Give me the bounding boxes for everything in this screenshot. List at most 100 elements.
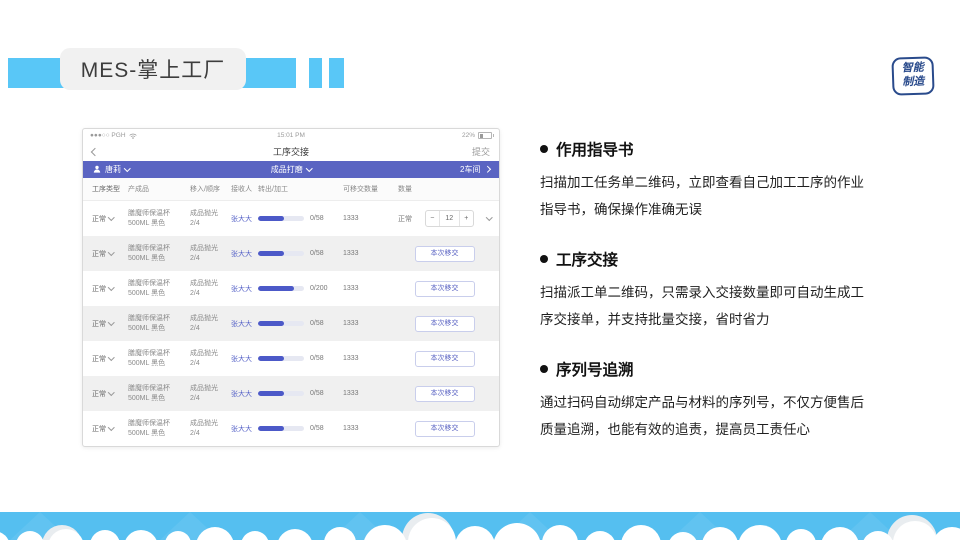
transfer-button[interactable]: 本次移交	[414, 385, 475, 402]
workshop-selector[interactable]: 2车间	[460, 164, 490, 175]
table-row: 正常 膳魔师保温杯 500ML 黑色 成品抛光 2/4 张大大 0/58 1333 …	[83, 236, 499, 271]
feature-block: 序列号追溯 通过扫码自动绑定产品与材料的序列号，不仅方便售后质量追溯，也能有效的…	[540, 358, 880, 443]
receiver-link[interactable]: 张大大	[231, 319, 258, 329]
transferable-qty: 1333	[343, 320, 359, 327]
table-row: 正常 膳魔师保温杯 500ML 黑色 成品抛光 2/4 张大大 0/58 1333 …	[83, 306, 499, 341]
process-type-dropdown[interactable]: 正常	[83, 424, 128, 434]
progress-ratio: 0/58	[310, 425, 324, 432]
receiver-link[interactable]: 张大大	[231, 214, 258, 224]
progress-track	[258, 286, 304, 291]
step-cell: 成品抛光 2/4	[190, 419, 218, 437]
progress-track	[258, 426, 304, 431]
process-type-dropdown[interactable]: 正常	[83, 389, 128, 399]
feature-body: 扫描加工任务单二维码，立即查看自己加工工序的作业指导书，确保操作准确无误	[540, 175, 864, 217]
stepper-plus-button[interactable]: +	[460, 211, 473, 226]
table-header-row: 工序类型 产成品 移入/顺序 接收人 转出/加工 可移交数量 数量	[83, 178, 499, 201]
column-header: 可移交数量	[343, 186, 378, 194]
progress-track	[258, 321, 304, 326]
quantity-stepper[interactable]: −12 +	[424, 210, 474, 227]
column-header: 移入/顺序	[190, 186, 220, 194]
transfer-button[interactable]: 本次移交	[414, 350, 475, 367]
screen-title: 工序交接	[272, 147, 309, 158]
process-type-dropdown[interactable]: 正常	[83, 249, 128, 259]
page-title: MES-掌上工厂	[60, 48, 246, 90]
transferable-qty: 1333	[343, 390, 359, 397]
progress-cell: 0/58	[258, 320, 343, 327]
stepper-minus-button[interactable]: −	[426, 211, 439, 226]
step-cell: 成品抛光 2/4	[190, 384, 218, 402]
process-dropdown[interactable]: 成品打磨	[83, 164, 499, 175]
wifi-icon	[128, 133, 137, 139]
chevron-down-icon	[108, 389, 115, 396]
progress-cell: 0/58	[258, 215, 343, 222]
feature-body: 通过扫码自动绑定产品与材料的序列号，不仅方便售后质量追溯，也能有效的追责，提高员…	[540, 395, 864, 437]
receiver-link[interactable]: 张大大	[231, 249, 258, 259]
progress-fill	[258, 286, 294, 291]
stepper-label: 正常	[398, 215, 412, 223]
column-header: 工序类型	[92, 186, 120, 194]
transfer-button[interactable]: 本次移交	[414, 245, 475, 262]
progress-ratio: 0/58	[310, 215, 324, 222]
product-cell: 膳魔师保温杯 500ML 黑色	[128, 314, 170, 332]
column-header: 接收人	[231, 186, 252, 194]
table-row: 正常 膳魔师保温杯 500ML 黑色 成品抛光 2/4 张大大 0/58 1333 …	[83, 201, 499, 236]
progress-track	[258, 391, 304, 396]
progress-track	[258, 216, 304, 221]
table-row: 正常 膳魔师保温杯 500ML 黑色 成品抛光 2/4 张大大 0/58 1333 …	[83, 341, 499, 376]
feature-block: 工序交接 扫描派工单二维码，只需录入交接数量即可自动生成工序交接单，并支持批量交…	[540, 248, 880, 333]
transfer-button[interactable]: 本次移交	[414, 280, 475, 297]
feature-body: 扫描派工单二维码，只需录入交接数量即可自动生成工序交接单，并支持批量交接，省时省…	[540, 285, 864, 327]
progress-fill	[258, 321, 285, 326]
progress-cell: 0/58	[258, 250, 343, 257]
progress-fill	[258, 391, 285, 396]
product-cell: 膳魔师保温杯 500ML 黑色	[128, 244, 170, 262]
progress-fill	[258, 426, 285, 431]
workshop-name: 2车间	[460, 164, 481, 174]
receiver-link[interactable]: 张大大	[231, 354, 258, 364]
progress-fill	[258, 251, 285, 256]
process-type-dropdown[interactable]: 正常	[83, 214, 128, 224]
chevron-down-icon	[108, 214, 115, 221]
product-cell: 膳魔师保温杯 500ML 黑色	[128, 349, 170, 367]
filter-toolbar: 唐莉 成品打磨 2车间	[83, 160, 499, 179]
bullet-icon	[540, 145, 548, 153]
step-cell: 成品抛光 2/4	[190, 314, 218, 332]
product-cell: 膳魔师保温杯 500ML 黑色	[128, 209, 170, 227]
transferable-qty: 1333	[343, 425, 359, 432]
transfer-button[interactable]: 本次移交	[414, 420, 475, 437]
carrier-signal: ●●●○○ PGH	[90, 132, 126, 140]
process-type-dropdown[interactable]: 正常	[83, 284, 128, 294]
banner-accent-bar	[309, 58, 322, 88]
chevron-down-icon	[108, 354, 115, 361]
process-type-dropdown[interactable]: 正常	[83, 319, 128, 329]
progress-cell: 0/58	[258, 390, 343, 397]
process-type-dropdown[interactable]: 正常	[83, 354, 128, 364]
chevron-down-icon[interactable]	[485, 214, 492, 221]
chevron-down-icon	[108, 284, 115, 291]
smart-manufacturing-stamp: 智能 制造	[891, 56, 935, 96]
progress-fill	[258, 356, 285, 361]
cloud-border-decoration	[0, 512, 960, 540]
feature-title: 序列号追溯	[556, 362, 634, 379]
receiver-link[interactable]: 张大大	[231, 424, 258, 434]
step-cell: 成品抛光 2/4	[190, 349, 218, 367]
feature-title: 工序交接	[556, 252, 619, 269]
chevron-down-icon	[108, 319, 115, 326]
chevron-right-icon	[483, 166, 490, 173]
chevron-down-icon	[124, 165, 131, 172]
progress-cell: 0/200	[258, 285, 343, 292]
user-dropdown[interactable]: 唐莉	[93, 164, 131, 175]
transfer-button[interactable]: 本次移交	[414, 315, 475, 332]
chevron-down-icon	[108, 249, 115, 256]
app-screenshot-panel: ●●●○○ PGH 15:01 PM 22% 工序交接 提交 唐莉 成品打磨 2…	[82, 128, 500, 447]
receiver-link[interactable]: 张大大	[231, 389, 258, 399]
battery-percent: 22%	[461, 132, 475, 140]
progress-cell: 0/58	[258, 425, 343, 432]
quantity-stepper-group: 正常 −12 +	[398, 210, 492, 227]
step-cell: 成品抛光 2/4	[190, 279, 218, 297]
column-header: 转出/加工	[258, 186, 288, 194]
column-header: 数量	[398, 186, 412, 194]
progress-cell: 0/58	[258, 355, 343, 362]
chevron-down-icon	[108, 424, 115, 431]
receiver-link[interactable]: 张大大	[231, 284, 258, 294]
